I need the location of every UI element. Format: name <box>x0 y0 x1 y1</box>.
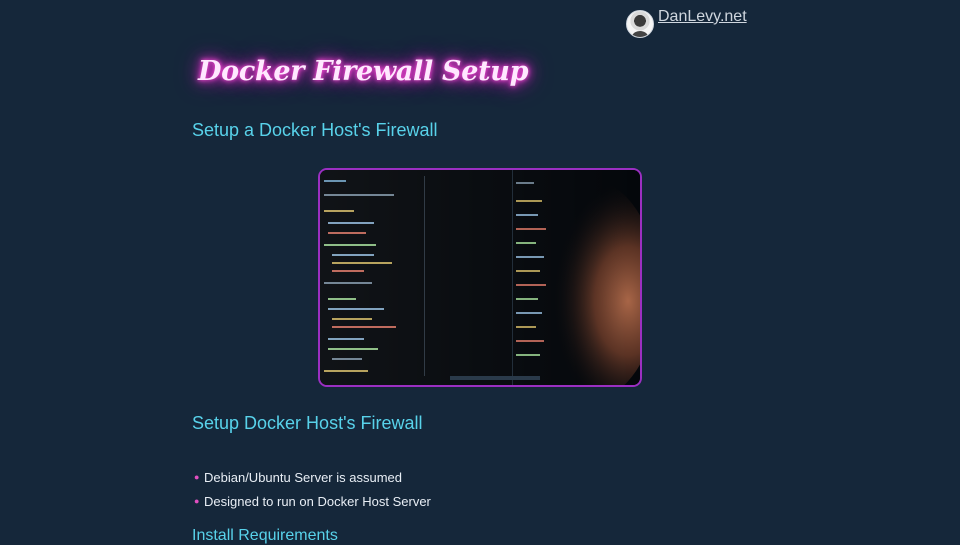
list-item-text: Debian/Ubuntu Server is assumed <box>204 469 402 485</box>
site-home-link[interactable]: DanLevy.net <box>658 8 747 26</box>
list-item-text: Designed to run on Docker Host Server <box>204 493 431 509</box>
requirements-list: ● Debian/Ubuntu Server is assumed ● Desi… <box>194 465 431 513</box>
page-subtitle: Setup a Docker Host's Firewall <box>192 120 438 140</box>
bullet-icon: ● <box>194 472 200 482</box>
section-heading: Setup Docker Host's Firewall <box>192 413 423 433</box>
taskbar <box>450 376 540 380</box>
site-header: DanLevy.net <box>626 8 747 38</box>
list-item: ● Debian/Ubuntu Server is assumed <box>194 465 431 489</box>
avatar[interactable] <box>626 10 654 38</box>
bullet-icon: ● <box>194 496 200 506</box>
page-title: Docker Firewall Setup <box>198 56 529 87</box>
hero-image <box>318 168 642 387</box>
install-requirements-heading: Install Requirements <box>192 527 338 544</box>
hero-illustration <box>320 170 640 385</box>
list-item: ● Designed to run on Docker Host Server <box>194 489 431 513</box>
